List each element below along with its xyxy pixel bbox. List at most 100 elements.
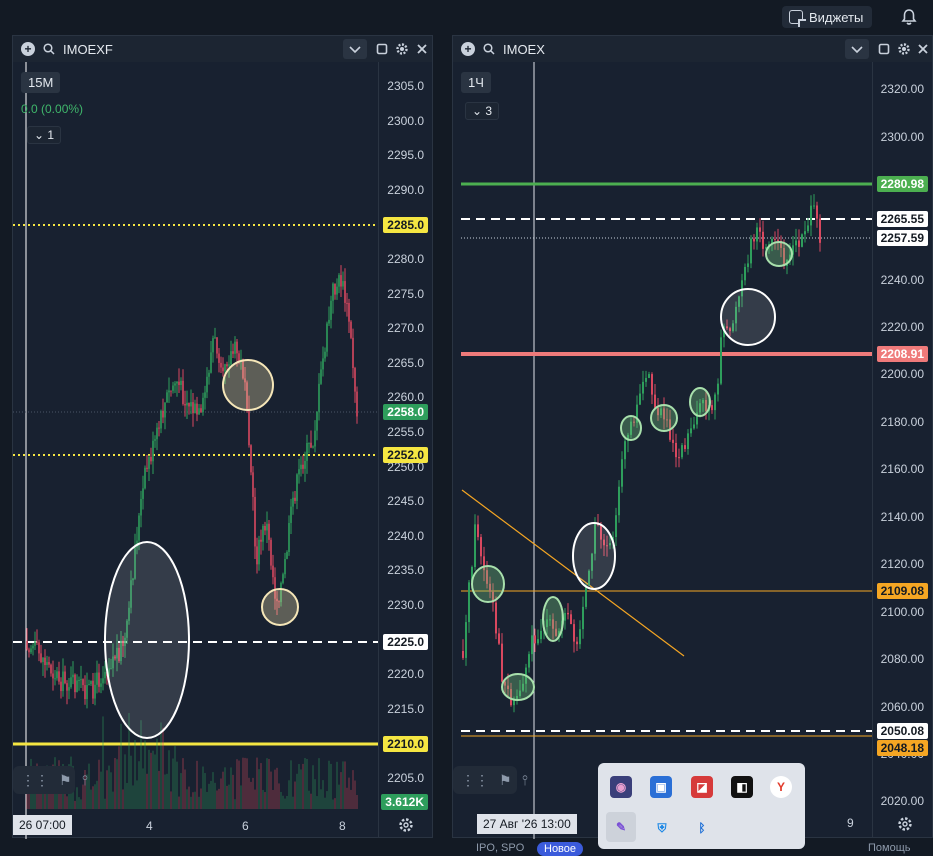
volume-bar [320,789,322,809]
pin-icon[interactable]: ⫯ [522,772,528,789]
app-1-icon[interactable]: ◉ [610,776,632,798]
add-icon[interactable]: + [461,42,475,56]
chevron-down-icon: ⌄ [34,128,48,142]
app-4-icon[interactable]: ◧ [731,776,753,798]
candle-body [804,231,806,235]
candle-body [338,275,340,287]
app-3-icon[interactable]: ◪ [691,776,713,798]
candle-body [296,474,298,501]
drawing-tools[interactable]: ⋮⋮ ⚑ ⫯ [453,766,528,794]
bluetooth-icon[interactable]: ᛒ [691,817,713,839]
volume-bar [214,782,216,809]
close-icon[interactable] [415,42,429,56]
close-icon[interactable] [916,42,930,56]
candle-body [468,582,470,623]
chart-area-left[interactable] [13,62,379,839]
candle-body [42,657,44,663]
volume-bar [178,796,180,809]
pen-icon[interactable]: ✎ [606,812,636,842]
volume-bar [66,796,68,809]
symbol-label[interactable]: IMOEX [503,42,545,57]
candle-body [687,433,689,450]
search-icon[interactable] [483,43,495,55]
timeframe-badge[interactable]: 15M [21,72,61,93]
search-icon[interactable] [43,43,55,55]
time-tick: 9 [847,816,854,830]
price-tick: 2260.0 [387,390,424,405]
gear-icon[interactable] [398,817,414,833]
volume-bar [216,790,218,809]
grip-icon[interactable]: ⋮⋮ [461,772,489,789]
volume-bar [192,792,194,809]
volume-bar [100,771,102,809]
candle-body [142,488,144,499]
chevron-down-icon[interactable] [845,39,869,59]
maximize-icon[interactable] [877,42,891,56]
volume-bar [342,761,344,809]
yandex-icon[interactable]: Y [770,776,792,798]
volume-bar [104,798,106,809]
candle-body [218,353,220,363]
bottom-item[interactable]: Помощь [868,842,911,854]
volume-bar [132,785,134,809]
candle-body [330,300,332,320]
volume-bar [298,764,300,809]
add-icon[interactable]: + [21,42,35,56]
chart-area-right[interactable] [453,62,873,839]
price-axis-left[interactable]: 2305.0 2300.0 2295.0 2290.0 2285.0 2280.0 2275… [378,62,432,837]
new-badge[interactable]: Новое [537,842,584,856]
candle-body [352,337,354,369]
volume-bar [262,789,264,809]
indicator-badge[interactable]: ⌄ 3 [465,102,500,120]
gear-icon[interactable] [897,42,911,56]
widgets-button[interactable]: Виджеты [782,6,872,28]
panel-header-right: + IMOEX [453,36,932,62]
gear-icon[interactable] [897,816,913,832]
candles-right[interactable] [453,62,873,839]
symbol-label[interactable]: IMOEXF [63,42,113,57]
candle-body [188,402,190,407]
bell-icon[interactable] [900,8,918,26]
candles-left[interactable] [13,62,379,839]
candle-body [266,523,268,531]
candle-body [204,392,206,398]
price-tick: 2120.00 [880,557,924,571]
candle-body [316,411,318,431]
candle-body [350,321,352,338]
ellipse-annotation [501,673,535,701]
ellipse-annotation [650,404,678,432]
candle-body [264,525,266,531]
maximize-icon[interactable] [375,42,389,56]
volume-bar [244,757,246,809]
candle-body [344,281,346,303]
price-tick: 2220.0 [387,667,424,682]
timeframe-badge[interactable]: 1Ч [461,72,491,93]
volume-bar [314,779,316,809]
chevron-down-icon[interactable] [343,39,367,59]
candle-body [268,523,270,540]
indicator-count: 1 [47,128,55,142]
candle-body [711,405,713,411]
candle-body [194,403,196,414]
app-2-icon[interactable]: ▣ [650,776,672,798]
candle-body [184,404,186,406]
candle-body [294,497,296,501]
pin-icon[interactable]: ⫯ [82,772,88,789]
candle-body [579,629,581,645]
shield-icon[interactable]: ⛨ [651,817,673,839]
price-tick: 2320.00 [880,82,924,96]
drawing-tools[interactable]: ⋮⋮ ⚑ ⫯ [13,766,88,794]
candle-body [248,409,250,446]
grip-icon[interactable]: ⋮⋮ [21,772,49,789]
price-axis-right[interactable]: 2320.00 2300.00 2240.00 2220.00 2200.00 2180.… [872,62,932,837]
widgets-label: Виджеты [809,9,864,25]
crosshair-time: 27 Авг '26 13:00 [477,814,577,834]
flag-icon[interactable]: ⚑ [499,772,512,789]
flag-icon[interactable]: ⚑ [59,772,72,789]
ellipse-annotation [542,596,564,642]
indicator-badge[interactable]: ⌄ 1 [27,126,62,144]
volume-bar [126,782,128,809]
gear-icon[interactable] [395,42,409,56]
candle-body [56,671,58,679]
bottom-item[interactable]: IPO, SPO [476,842,524,854]
